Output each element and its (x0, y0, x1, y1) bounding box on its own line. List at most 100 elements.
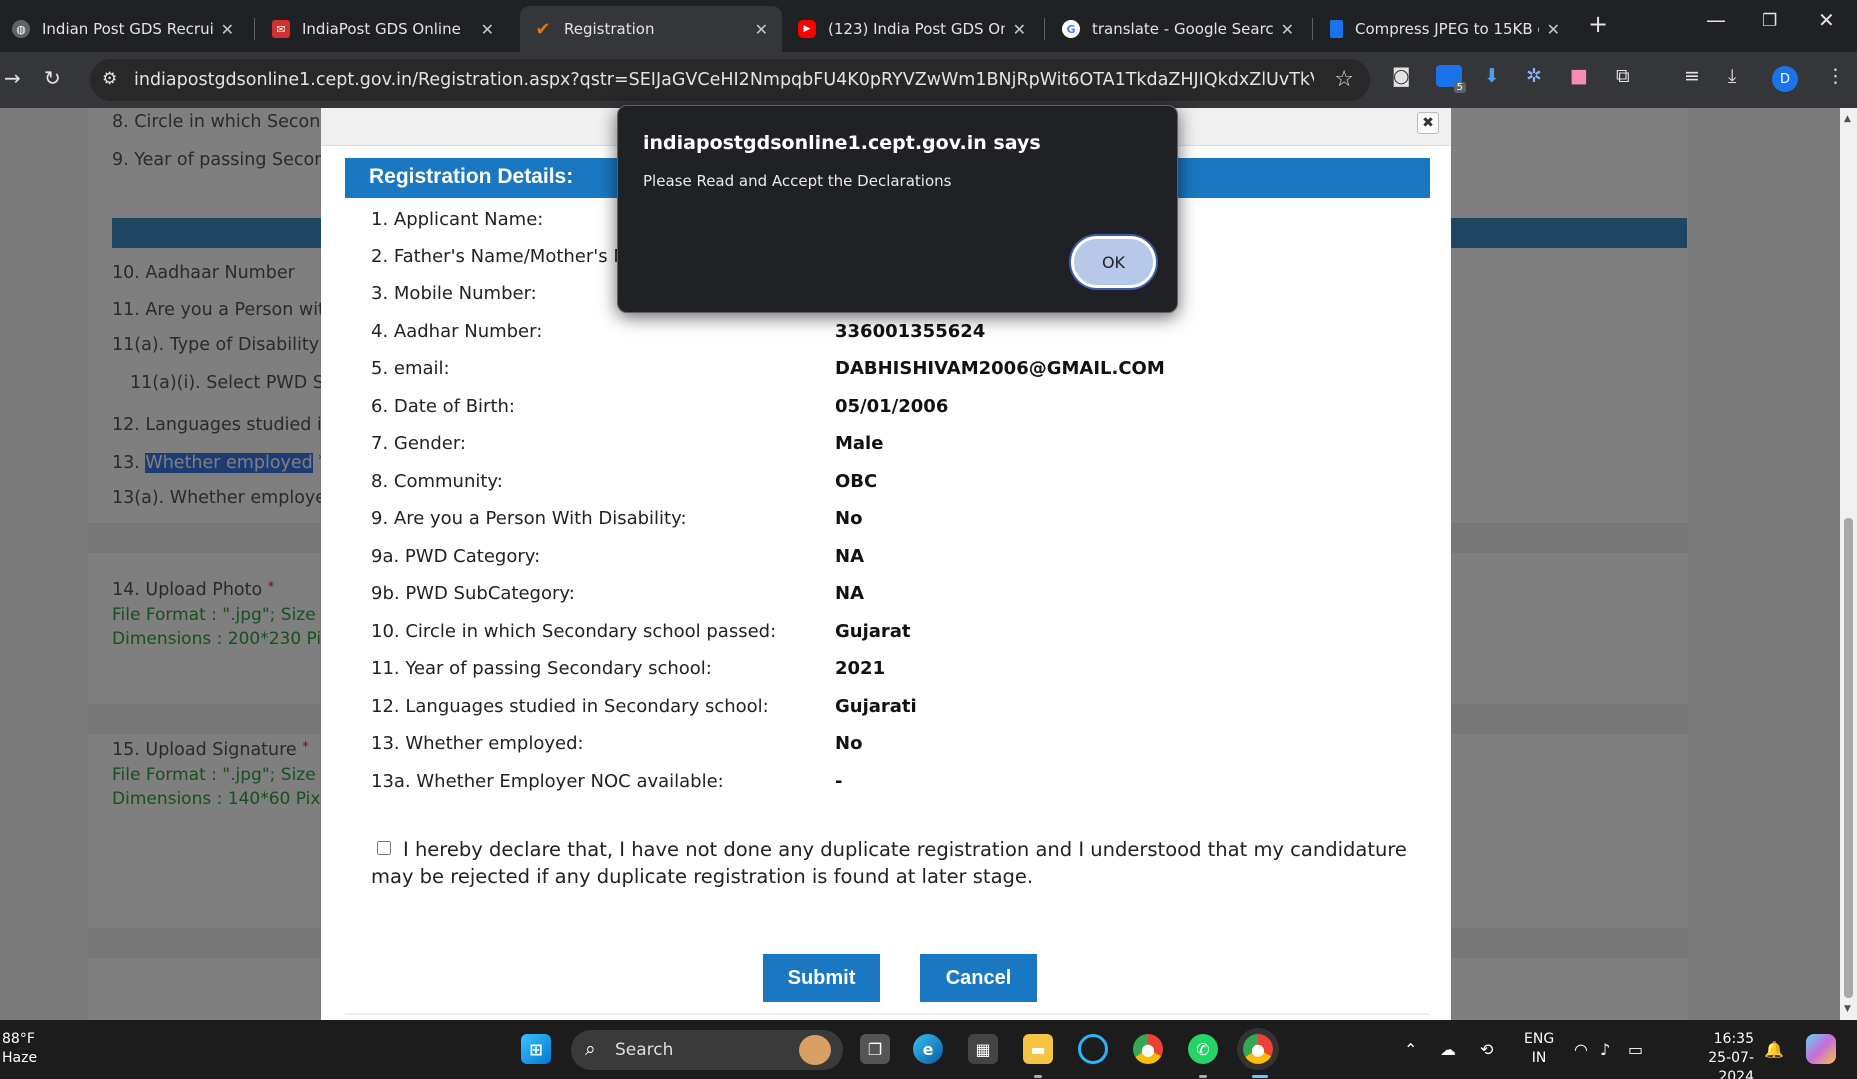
language-indicator[interactable]: ENG IN (1524, 1030, 1554, 1068)
battery-icon[interactable]: ▭ (1628, 1040, 1643, 1059)
field-value: NA (835, 546, 864, 567)
scrollbar-thumb[interactable] (1844, 518, 1853, 998)
active-indicator (1252, 1075, 1268, 1078)
wifi-icon[interactable]: ◠ (1574, 1040, 1588, 1059)
bookmark-star-icon[interactable]: ☆ (1334, 67, 1354, 92)
scroll-up-icon[interactable]: ▲ (1844, 114, 1851, 124)
system-clock[interactable]: 16:35 25-07-2024 (1676, 1030, 1754, 1079)
search-highlight-icon (799, 1035, 831, 1065)
extension-icon[interactable]: 5 (1436, 65, 1466, 93)
store-icon[interactable]: ▦ (968, 1034, 998, 1064)
field-label: 3. Mobile Number: (371, 283, 537, 304)
running-indicator (1199, 1075, 1207, 1078)
search-label: Search (615, 1040, 674, 1060)
submit-button[interactable]: Submit (763, 954, 880, 1002)
task-view-icon[interactable]: ❐ (860, 1034, 890, 1064)
close-tab-icon[interactable]: ✕ (755, 20, 768, 39)
field-value: 05/01/2006 (835, 396, 949, 417)
sync-icon[interactable]: ⟲ (1480, 1040, 1493, 1059)
tab-separator (1312, 18, 1313, 40)
file-explorer-icon[interactable]: ▬ (1023, 1034, 1053, 1064)
start-icon[interactable]: ⊞ (521, 1034, 551, 1064)
close-tab-icon[interactable]: ✕ (1547, 20, 1560, 39)
reload-icon[interactable]: ↻ (44, 66, 61, 90)
minimize-icon[interactable]: — (1706, 8, 1726, 32)
tab-title: (123) India Post GDS Online (828, 20, 1005, 38)
gear-ext-icon[interactable]: ✲ (1526, 65, 1542, 87)
menu-icon[interactable]: ⋮ (1826, 65, 1845, 87)
field-label: 13a. Whether Employer NOC available: (371, 771, 724, 792)
alert-ok-button[interactable]: OK (1071, 236, 1156, 288)
field-value: DABHISHIVAM2006@GMAIL.COM (835, 358, 1165, 379)
alexa-icon[interactable] (1078, 1034, 1108, 1064)
tab-separator (254, 18, 255, 40)
downloads-icon[interactable]: ⤓ (1728, 65, 1736, 87)
field-label: 11. Year of passing Secondary school: (371, 658, 712, 679)
field-label: 10. Circle in which Secondary school pas… (371, 621, 777, 642)
new-tab-icon[interactable]: + (1588, 10, 1608, 38)
field-label: 7. Gender: (371, 433, 466, 454)
language-code: ENG (1524, 1031, 1555, 1047)
declaration-text: I hereby declare that, I have not done a… (371, 838, 1407, 888)
edge-icon[interactable]: e (913, 1034, 943, 1064)
download-ext-icon[interactable]: ⬇ (1484, 65, 1500, 87)
field-label: 9a. PWD Category: (371, 546, 541, 567)
clock-date: 25-07-2024 (1708, 1050, 1754, 1079)
youtube-icon: ▶ (798, 20, 816, 38)
puzzle-icon[interactable]: ⧉ (1616, 65, 1630, 87)
onedrive-icon[interactable]: ☁ (1440, 1040, 1456, 1059)
camera-icon[interactable]: ◙ (1392, 65, 1410, 87)
tab-youtube-india-post[interactable]: ▶ (123) India Post GDS Online ✕ (784, 6, 1040, 52)
field-value: No (835, 508, 863, 529)
extension-badge: 5 (1453, 82, 1466, 93)
field-label: 8. Community: (371, 471, 503, 492)
cancel-button[interactable]: Cancel (920, 954, 1037, 1002)
file-icon (1330, 20, 1343, 38)
restore-icon[interactable]: ❐ (1762, 11, 1777, 31)
modal-close-icon[interactable]: ✖ (1417, 112, 1439, 134)
field-value: NA (835, 583, 864, 604)
tab-indian-post-gds-recruitment[interactable]: ◍ Indian Post GDS Recruitme ✕ (0, 6, 248, 52)
field-label: 13. Whether employed: (371, 733, 584, 754)
tab-google-search[interactable]: G translate - Google Search ✕ (1048, 6, 1308, 52)
volume-icon[interactable]: ♪ (1600, 1040, 1610, 1059)
field-label: 9b. PWD SubCategory: (371, 583, 575, 604)
windows-taskbar: 88°F Haze ⊞ ⌕ Search ❐ e ▦ ▬ ● ✆ ● ⌃ ☁ ⟲… (0, 1020, 1857, 1079)
field-label: 6. Date of Birth: (371, 396, 515, 417)
declaration-checkbox[interactable] (377, 841, 391, 855)
close-tab-icon[interactable]: ✕ (1013, 20, 1026, 39)
copilot-icon[interactable] (1806, 1034, 1836, 1064)
indiapost-icon: ✉ (272, 20, 290, 38)
chrome-icon[interactable]: ● (1133, 1034, 1163, 1064)
globe-icon: ◍ (12, 20, 30, 38)
page-scrollbar[interactable]: ▲ ▼ (1840, 108, 1857, 1020)
browser-alert-dialog: indiapostgdsonline1.cept.gov.in says Ple… (617, 105, 1178, 313)
whatsapp-icon[interactable]: ✆ (1188, 1034, 1218, 1064)
field-label: 5. email: (371, 358, 450, 379)
close-window-icon[interactable]: ✕ (1818, 8, 1835, 32)
tab-compress-jpeg[interactable]: Compress JPEG to 15KB or ✕ (1316, 6, 1574, 52)
field-label: 2. Father's Name/Mother's Na (371, 246, 638, 267)
forward-icon[interactable]: → (4, 66, 21, 90)
close-tab-icon[interactable]: ✕ (221, 20, 234, 39)
chrome-profile-icon[interactable]: ● (1243, 1034, 1273, 1064)
address-bar[interactable]: ⚙ indiapostgdsonline1.cept.gov.in/Regist… (90, 59, 1370, 101)
close-tab-icon[interactable]: ✕ (481, 20, 494, 39)
video-ext-icon[interactable]: ■ (1570, 65, 1588, 87)
tab-strip: ◍ Indian Post GDS Recruitme ✕ ✉ IndiaPos… (0, 0, 1857, 52)
weather-widget[interactable]: 88°F Haze (2, 1030, 37, 1068)
profile-avatar[interactable]: D (1772, 66, 1798, 92)
scroll-down-icon[interactable]: ▼ (1844, 1004, 1851, 1014)
chevron-up-icon[interactable]: ⌃ (1404, 1040, 1417, 1059)
url-text[interactable]: indiapostgdsonline1.cept.gov.in/Registra… (134, 70, 1314, 90)
taskbar-search[interactable]: ⌕ Search (571, 1030, 843, 1070)
tab-title: Compress JPEG to 15KB or (1355, 20, 1539, 38)
site-info-icon[interactable]: ⚙ (102, 69, 117, 89)
notification-bell-icon[interactable]: 🔔 (1764, 1040, 1784, 1059)
region-code: IN (1531, 1050, 1547, 1066)
close-tab-icon[interactable]: ✕ (1281, 20, 1294, 39)
tab-registration[interactable]: ✔ Registration ✕ (520, 6, 782, 52)
media-icon[interactable]: ≡ (1684, 65, 1700, 87)
tab-indiapost-gds-online[interactable]: ✉ IndiaPost GDS Online ✕ (258, 6, 508, 52)
field-label: 4. Aadhar Number: (371, 321, 543, 342)
